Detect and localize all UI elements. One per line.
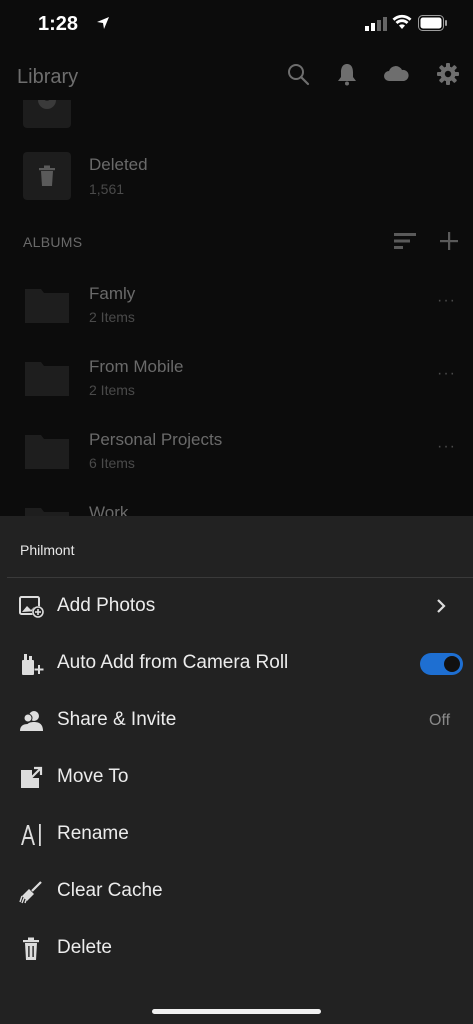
album-row[interactable]: Work [0,499,473,516]
share-invite-icon [20,711,43,731]
deleted-thumb [23,152,71,200]
move-to-item[interactable]: Move To [0,754,473,802]
gear-icon[interactable] [436,62,460,86]
rename-label: Rename [57,823,129,844]
album-count: 6 Items [89,455,135,471]
rename-icon [21,824,41,846]
folder-icon [25,289,69,323]
people-thumb [23,100,71,128]
album-row[interactable]: Personal Projects 6 Items ··· [0,426,473,476]
chevron-right-icon [437,599,446,613]
album-row[interactable]: Famly 2 Items ··· [0,280,473,330]
album-name: Work [89,503,129,516]
page-title: Library [17,66,79,88]
albums-heading: ALBUMS [23,234,83,250]
status-bar: 1:28 [0,0,473,50]
person-icon [38,100,56,109]
folder-icon [25,508,69,516]
list-item-people[interactable] [0,100,473,128]
add-photos-item[interactable]: Add Photos [0,583,473,631]
auto-add-icon [22,654,44,675]
folder-icon [25,362,69,396]
delete-item[interactable]: Delete [0,925,473,973]
album-name: Famly [89,284,136,303]
battery-icon [418,15,447,31]
more-options-icon[interactable]: ··· [437,438,456,456]
trash-icon [39,165,55,186]
rename-item[interactable]: Rename [0,811,473,859]
share-status: Off [429,712,451,729]
auto-add-label: Auto Add from Camera Roll [57,652,289,673]
more-options-icon[interactable]: ··· [437,365,456,383]
share-invite-item[interactable]: Share & Invite Off [0,697,473,745]
clear-cache-icon [19,881,42,904]
bell-icon[interactable] [336,62,358,86]
deleted-name: Deleted [89,155,148,174]
delete-icon [23,937,39,960]
clear-cache-item[interactable]: Clear Cache [0,868,473,916]
list-item-deleted[interactable]: Deleted 1,561 [0,152,473,204]
album-row[interactable]: From Mobile 2 Items ··· [0,353,473,403]
wifi-icon [392,14,412,29]
move-to-icon [21,766,43,788]
album-name: From Mobile [89,357,184,376]
folder-icon [25,435,69,469]
more-options-icon[interactable]: ··· [437,292,456,310]
add-photos-label: Add Photos [57,595,156,616]
album-count: 2 Items [89,382,135,398]
home-indicator [152,1009,321,1014]
delete-label: Delete [57,937,112,958]
album-options-sheet: Philmont Add Photos Auto Add from Camera… [0,516,473,1024]
location-arrow-icon [97,17,109,29]
status-time: 1:28 [38,13,79,35]
clear-cache-label: Clear Cache [57,880,163,901]
toggle-knob [444,656,460,672]
deleted-count: 1,561 [89,181,125,197]
share-invite-label: Share & Invite [57,709,177,730]
album-name: Personal Projects [89,430,223,449]
cloud-icon[interactable] [382,62,410,86]
top-nav: Library [0,52,473,100]
sort-icon[interactable] [394,232,416,250]
sheet-title: Philmont [20,542,75,558]
library-list: Deleted 1,561 ALBUMS Famly 2 Items ··· F… [0,100,473,516]
sheet-divider [7,577,473,578]
auto-add-toggle[interactable] [420,653,463,675]
add-photos-icon [19,596,44,618]
add-album-icon[interactable] [439,231,459,251]
search-icon[interactable] [286,62,310,86]
move-to-label: Move To [57,766,129,787]
cellular-signal-icon [365,17,387,31]
auto-add-item[interactable]: Auto Add from Camera Roll [0,640,473,688]
album-count: 2 Items [89,309,135,325]
